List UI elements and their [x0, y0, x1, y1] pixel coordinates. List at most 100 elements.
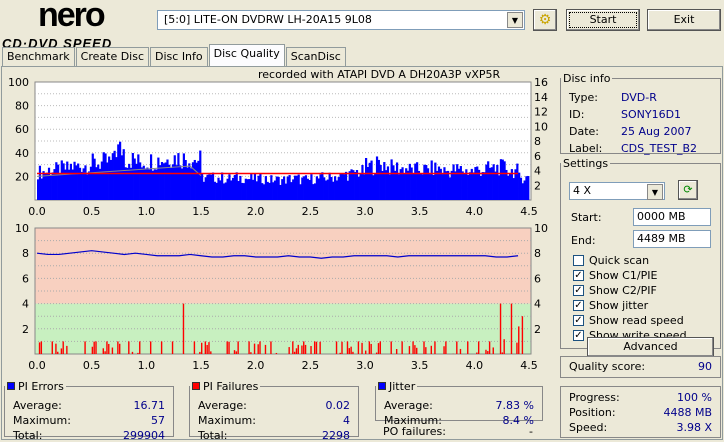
po-failures-label: PO failures: — [383, 425, 446, 438]
pi-failures-group: PI FailuresAverage:0.02Maximum:4Total:22… — [189, 380, 359, 437]
disc-info-title: Disc info — [561, 72, 612, 85]
data-bar — [259, 341, 260, 354]
data-bar — [254, 344, 255, 354]
y-tick-right: 16 — [534, 76, 548, 89]
checkbox-quick-scan[interactable]: Quick scan — [573, 254, 649, 267]
data-bar — [310, 346, 311, 354]
y-tick-left: 20 — [15, 170, 29, 183]
y-tick-right: 10 — [534, 222, 548, 235]
data-bar — [303, 341, 304, 354]
stat-label: Average: — [198, 399, 247, 412]
stat-value: 7.83 % — [496, 399, 534, 412]
data-bar — [183, 304, 184, 354]
data-bar — [248, 341, 249, 354]
data-bar — [431, 346, 432, 354]
stat-label: Progress: — [569, 391, 620, 404]
refresh-drive-icon[interactable]: ⚙ — [533, 9, 557, 31]
checkbox-box[interactable] — [573, 255, 584, 266]
tab-benchmark[interactable]: Benchmark — [2, 47, 75, 66]
data-bar — [349, 348, 350, 354]
data-bar — [502, 352, 503, 354]
data-bar — [314, 341, 315, 354]
data-bar — [104, 351, 105, 354]
po-failures-value: - — [529, 425, 533, 438]
stat-label: Total: — [198, 429, 227, 442]
checkbox-label: Show read speed — [589, 314, 684, 327]
start-input[interactable]: 0000 MB — [633, 208, 711, 226]
x-tick: 2.5 — [302, 205, 320, 218]
stat-value: 3.98 X — [676, 421, 712, 434]
stat-row: Maximum:4 — [198, 414, 350, 427]
exit-button[interactable]: Exit — [647, 9, 721, 31]
data-bar — [365, 351, 366, 354]
data-bar — [358, 341, 359, 354]
data-bar — [128, 341, 129, 354]
checkbox-label: Show C2/PIF — [589, 284, 657, 297]
data-bar — [487, 351, 488, 354]
data-bar — [227, 341, 228, 354]
data-bar — [476, 353, 477, 354]
data-bar — [409, 346, 410, 354]
data-bar — [52, 341, 53, 354]
checkbox-box[interactable]: ✓ — [573, 285, 584, 296]
data-bar — [319, 342, 320, 354]
tab-scandisc[interactable]: ScanDisc — [286, 47, 346, 66]
data-bar — [57, 352, 58, 354]
end-input[interactable]: 4489 MB — [633, 230, 711, 248]
data-bar — [95, 341, 96, 354]
x-tick: 3.0 — [356, 359, 374, 370]
stat-value: 2298 — [322, 429, 350, 442]
x-tick: 1.5 — [192, 205, 210, 218]
y-tick-right: 8 — [534, 247, 541, 260]
checkbox-show-jitter[interactable]: ✓ Show jitter — [573, 299, 648, 312]
data-bar — [401, 341, 402, 354]
data-bar — [341, 342, 342, 354]
tab-disc-quality[interactable]: Disc Quality — [209, 44, 285, 66]
stat-label: Date: — [569, 125, 621, 138]
data-bar — [106, 341, 107, 354]
data-bar — [414, 345, 415, 354]
data-bar — [467, 341, 468, 354]
stat-row: Date:25 Aug 2007 — [569, 125, 712, 138]
x-tick: 0.5 — [83, 359, 101, 370]
checkbox-label: Quick scan — [589, 254, 649, 267]
tab-create-disc[interactable]: Create Disc — [76, 47, 149, 66]
data-bar — [276, 353, 277, 354]
checkbox-box[interactable]: ✓ — [573, 330, 584, 341]
data-bar — [150, 341, 151, 354]
data-bar — [208, 342, 209, 354]
warning-zone — [35, 228, 531, 304]
data-bar — [493, 347, 494, 354]
data-bar — [206, 345, 207, 354]
checkbox-box[interactable]: ✓ — [573, 300, 584, 311]
speed-select[interactable]: 4 X▼ — [569, 182, 665, 200]
checkbox-show-c1-pie[interactable]: ✓Show C1/PIE — [573, 269, 657, 282]
disc-info-group: Disc info Type:DVD-RID:SONY16D1Date:25 A… — [560, 72, 721, 154]
chevron-down-icon[interactable]: ▼ — [507, 12, 523, 28]
data-bar — [376, 353, 377, 354]
checkbox-label: Show jitter — [589, 299, 648, 312]
data-bar — [93, 342, 94, 354]
progress-box: Progress:100 %Position:4488 MBSpeed:3.98… — [560, 386, 721, 438]
refresh-icon[interactable]: ⟳ — [678, 180, 698, 200]
y-tick-right: 4 — [534, 298, 541, 311]
chevron-down-icon[interactable]: ▼ — [647, 184, 663, 200]
checkbox-box[interactable]: ✓ — [573, 270, 584, 281]
data-bar — [119, 344, 120, 354]
stat-value: 57 — [151, 414, 165, 427]
stat-row: Average:16.71 — [13, 399, 165, 412]
stat-label: ID: — [569, 108, 621, 121]
y-tick-right: 14 — [534, 91, 548, 104]
drive-select[interactable]: [5:0] LITE-ON DVDRW LH-20A15 9L08▼ — [157, 10, 525, 30]
data-bar — [369, 341, 370, 354]
checkbox-box[interactable]: ✓ — [573, 315, 584, 326]
start-button[interactable]: Start — [566, 9, 640, 31]
checkbox-show-c2-pif[interactable]: ✓ Show C2/PIF — [573, 284, 657, 297]
advanced-button[interactable]: Advanced — [587, 337, 714, 357]
tab-disc-info[interactable]: Disc Info — [150, 47, 208, 66]
checkbox-show-read-speed[interactable]: ✓ Show read speed — [573, 314, 684, 327]
stat-value: 299904 — [123, 429, 165, 442]
data-bar — [39, 342, 40, 354]
data-bar — [296, 348, 297, 354]
nero-logo: nero — [38, 0, 104, 35]
